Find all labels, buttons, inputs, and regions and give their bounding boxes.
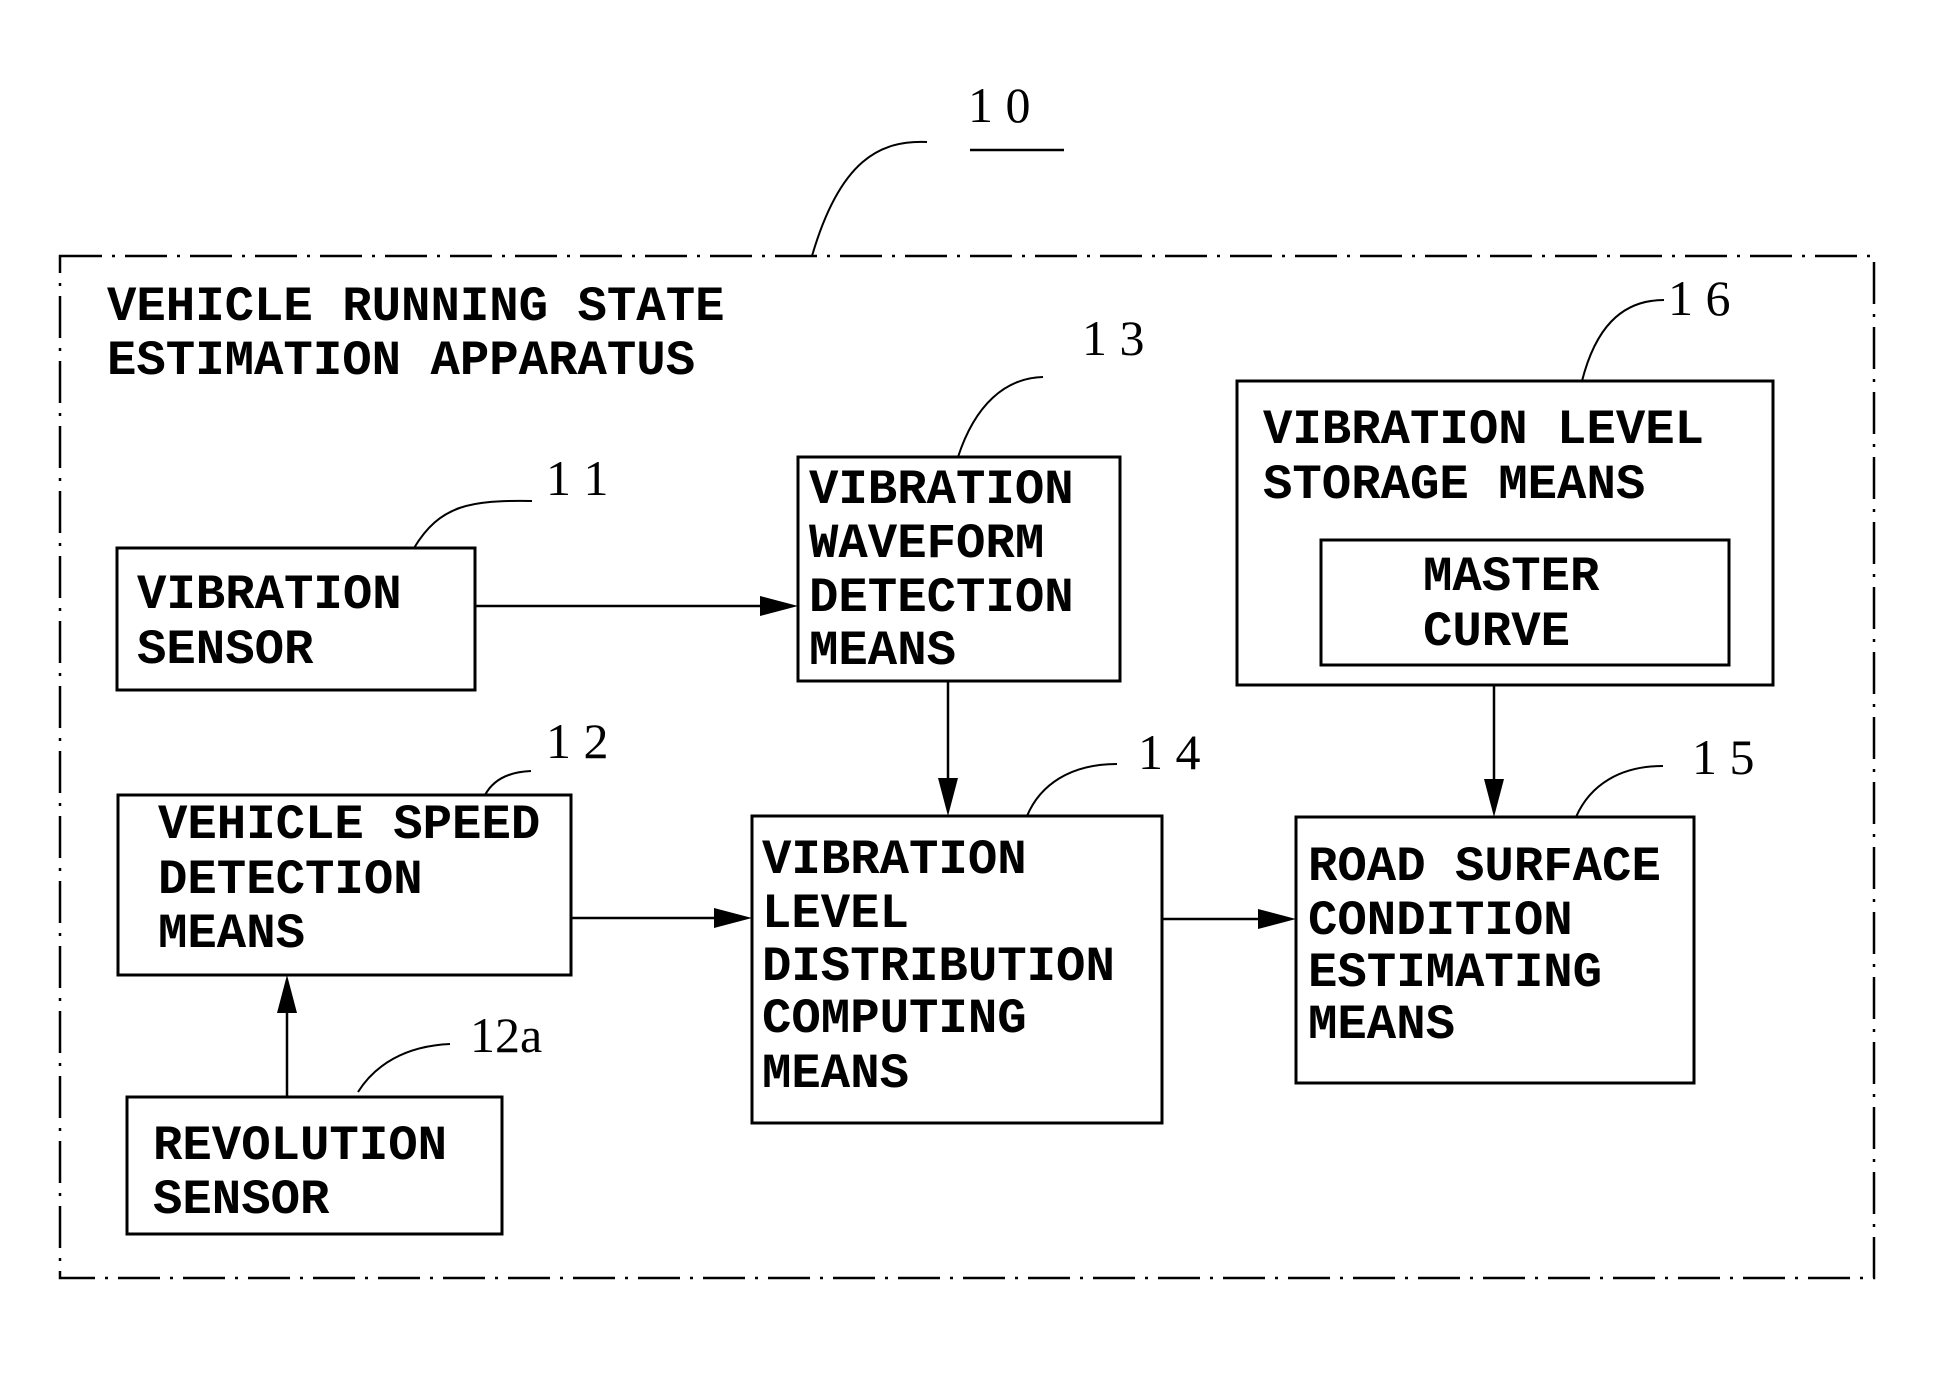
block-text-line: VIBRATION <box>137 567 402 623</box>
block-text-line: VEHICLE SPEED <box>158 797 540 853</box>
arrow-distribution-computing-to-road-surface <box>1162 909 1296 929</box>
block-text-line: SENSOR <box>153 1172 330 1228</box>
block-revolution-sensor[interactable]: REVOLUTION SENSOR <box>125 1095 504 1236</box>
arrowhead-icon <box>938 778 958 816</box>
ref-label-12: 1 2 <box>546 713 609 769</box>
block-road-surface[interactable]: ROAD SURFACE CONDITION ESTIMATING MEANS <box>1294 815 1696 1085</box>
block-text-line: CONDITION <box>1308 893 1573 949</box>
arrow-vibration-sensor-to-waveform-detection <box>475 596 798 616</box>
block-text-line: STORAGE MEANS <box>1263 457 1645 513</box>
block-text-line: REVOLUTION <box>153 1118 447 1174</box>
block-text-line: DETECTION <box>809 570 1074 626</box>
block-text-line: ROAD SURFACE <box>1308 839 1661 895</box>
apparatus-title-line-1: VEHICLE RUNNING STATE <box>107 279 725 335</box>
apparatus-title-line-2: ESTIMATION APPARATUS <box>107 333 695 389</box>
block-text-line: VIBRATION <box>762 832 1027 888</box>
arrowhead-icon <box>277 975 297 1013</box>
block-text-line: SENSOR <box>137 622 314 678</box>
leader-15 <box>1575 765 1664 818</box>
arrowhead-icon <box>1258 909 1296 929</box>
block-text-line: MEANS <box>1308 997 1455 1053</box>
block-text-line: LEVEL <box>762 886 909 942</box>
ref-label-11: 1 1 <box>546 450 609 506</box>
ref-label-16: 1 6 <box>1668 270 1731 326</box>
leader-12a <box>357 1043 451 1093</box>
arrowhead-icon <box>1484 779 1504 817</box>
leader-11 <box>413 499 533 549</box>
block-text-line: MEANS <box>809 623 956 679</box>
block-text-line: MASTER <box>1423 549 1600 605</box>
block-text-line: MEANS <box>762 1046 909 1102</box>
leader-14 <box>1026 763 1118 817</box>
block-text-line: VIBRATION LEVEL <box>1263 402 1704 458</box>
block-waveform-detection[interactable]: VIBRATION WAVEFORM DETECTION MEANS <box>796 455 1122 683</box>
block-text-line: WAVEFORM <box>809 516 1044 572</box>
block-text-line: VIBRATION <box>809 462 1074 518</box>
block-level-storage[interactable]: VIBRATION LEVEL STORAGE MEANS MASTER CUR… <box>1235 379 1775 687</box>
block-text-line: DISTRIBUTION <box>762 939 1115 995</box>
figure-reference-label: 1 0 <box>968 77 1031 133</box>
block-speed-detection[interactable]: VEHICLE SPEED DETECTION MEANS <box>116 793 573 977</box>
arrow-level-storage-to-road-surface <box>1484 685 1504 817</box>
ref-label-13: 1 3 <box>1082 310 1145 366</box>
block-distribution-computing[interactable]: VIBRATION LEVEL DISTRIBUTION COMPUTING M… <box>750 814 1164 1125</box>
block-text-line: ESTIMATING <box>1308 945 1602 1001</box>
arrow-revolution-sensor-to-speed-detection <box>277 975 297 1097</box>
block-text-line: MEANS <box>158 906 305 962</box>
block-diagram: 1 0 VEHICLE RUNNING STATE ESTIMATION APP… <box>58 77 1876 1280</box>
figure-reference-leader <box>811 140 928 257</box>
block-text-line: DETECTION <box>158 852 423 908</box>
arrow-waveform-detection-to-distribution-computing <box>938 681 958 816</box>
block-text-line: COMPUTING <box>762 991 1027 1047</box>
leader-13 <box>957 376 1044 458</box>
ref-label-14: 1 4 <box>1138 724 1201 780</box>
arrowhead-icon <box>714 908 752 928</box>
leader-12 <box>484 770 532 796</box>
arrowhead-icon <box>760 596 798 616</box>
block-text-line: CURVE <box>1423 604 1570 660</box>
ref-label-12a: 12a <box>470 1007 542 1063</box>
leader-16 <box>1581 299 1665 382</box>
ref-label-15: 1 5 <box>1692 729 1755 785</box>
master-curve-subblock[interactable]: MASTER CURVE <box>1319 538 1731 667</box>
block-vibration-sensor[interactable]: VIBRATION SENSOR <box>115 546 477 692</box>
arrow-speed-detection-to-distribution-computing <box>571 908 752 928</box>
